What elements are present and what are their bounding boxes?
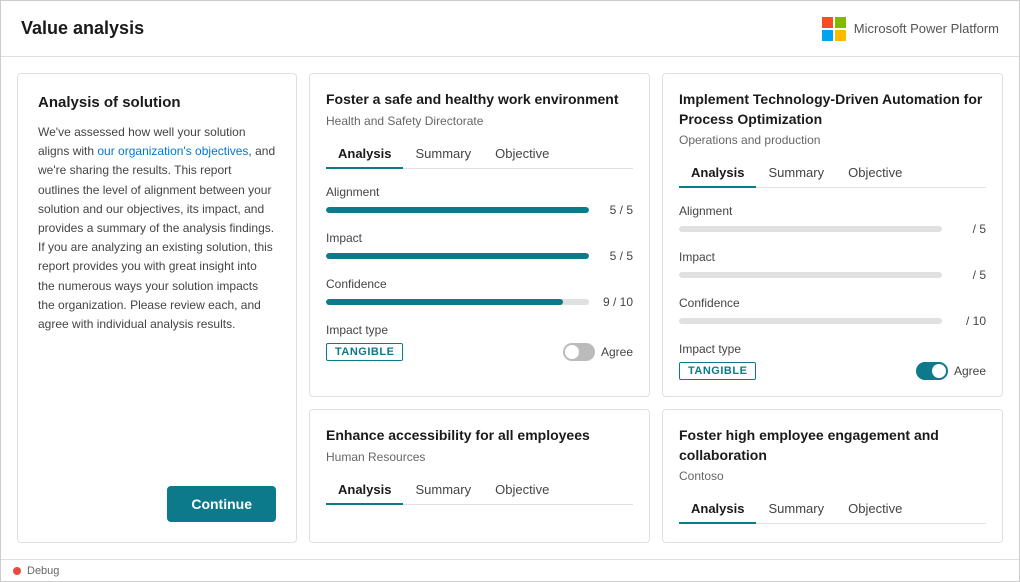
card1-confidence-label: Confidence xyxy=(326,277,633,291)
main-content: Analysis of solution We've assessed how … xyxy=(1,57,1019,559)
card3-subtitle: Human Resources xyxy=(326,450,633,464)
card1-tab-analysis[interactable]: Analysis xyxy=(326,140,403,169)
card1-confidence-bar-row: 9 / 10 xyxy=(326,295,633,309)
card3-title: Enhance accessibility for all employees xyxy=(326,426,633,446)
left-panel-description: We've assessed how well your solution al… xyxy=(38,123,276,334)
card1-impact-track xyxy=(326,253,589,259)
card2-tabs: Analysis Summary Objective xyxy=(679,159,986,188)
card2-tab-analysis[interactable]: Analysis xyxy=(679,159,756,188)
card3-tab-objective[interactable]: Objective xyxy=(483,476,561,505)
card1-impact-value: 5 / 5 xyxy=(597,249,633,263)
card1-impact-bar-row: 5 / 5 xyxy=(326,249,633,263)
right-panels: Foster a safe and healthy work environme… xyxy=(309,73,1003,543)
card1-tab-objective[interactable]: Objective xyxy=(483,140,561,169)
card1-alignment-track xyxy=(326,207,589,213)
logo-blue xyxy=(822,30,833,41)
card2-subtitle: Operations and production xyxy=(679,133,986,147)
card1-impact-fill xyxy=(326,253,589,259)
left-panel-content: Analysis of solution We've assessed how … xyxy=(38,94,276,334)
logo-yellow xyxy=(835,30,846,41)
left-panel-title: Analysis of solution xyxy=(38,94,276,111)
card1-confidence-fill xyxy=(326,299,563,305)
card3-tab-summary[interactable]: Summary xyxy=(403,476,483,505)
debug-indicator xyxy=(13,567,21,575)
card1-confidence-track xyxy=(326,299,589,305)
card1-alignment-bar-row: 5 / 5 xyxy=(326,203,633,217)
card2-confidence-value: / 10 xyxy=(950,314,986,328)
card2-impact-value: / 5 xyxy=(950,268,986,282)
footer: Debug xyxy=(1,559,1019,581)
left-panel: Analysis of solution We've assessed how … xyxy=(17,73,297,543)
card3-tabs: Analysis Summary Objective xyxy=(326,476,633,505)
card2-title: Implement Technology-Driven Automation f… xyxy=(679,90,986,129)
card2-impact-row: TANGIBLE Agree xyxy=(679,362,986,380)
footer-debug-label: Debug xyxy=(27,565,59,577)
card1-alignment-value: 5 / 5 xyxy=(597,203,633,217)
card2-alignment: Alignment / 5 xyxy=(679,204,986,236)
card2-toggle-knob xyxy=(932,364,946,378)
card1-impact-label: Impact xyxy=(326,231,633,245)
card1-impact-row: TANGIBLE Agree xyxy=(326,343,633,361)
card2-agree-row: Agree xyxy=(916,362,986,380)
card1-agree-label: Agree xyxy=(601,345,633,359)
card1-alignment-fill xyxy=(326,207,589,213)
brand-area: Microsoft Power Platform xyxy=(822,17,999,41)
card-implement-tech: Implement Technology-Driven Automation f… xyxy=(662,73,1003,397)
card2-alignment-value: / 5 xyxy=(950,222,986,236)
logo-red xyxy=(822,17,833,28)
card2-alignment-track xyxy=(679,226,942,232)
app-frame: Value analysis Microsoft Power Platform … xyxy=(0,0,1020,582)
card3-tab-analysis[interactable]: Analysis xyxy=(326,476,403,505)
card2-confidence-track xyxy=(679,318,942,324)
card2-confidence-bar-row: / 10 xyxy=(679,314,986,328)
card1-tabs: Analysis Summary Objective xyxy=(326,140,633,169)
card1-toggle-knob xyxy=(565,345,579,359)
card1-confidence-value: 9 / 10 xyxy=(597,295,633,309)
card1-agree-toggle[interactable] xyxy=(563,343,595,361)
header: Value analysis Microsoft Power Platform xyxy=(1,1,1019,57)
card1-impact-section: Impact type TANGIBLE Agree xyxy=(326,323,633,361)
card2-impact-bar-row: / 5 xyxy=(679,268,986,282)
card4-tab-analysis[interactable]: Analysis xyxy=(679,495,756,524)
microsoft-logo xyxy=(822,17,846,41)
card2-impact-label: Impact xyxy=(679,250,986,264)
card2-tab-objective[interactable]: Objective xyxy=(836,159,914,188)
card2-agree-toggle[interactable] xyxy=(916,362,948,380)
card2-confidence-label: Confidence xyxy=(679,296,986,310)
page-title: Value analysis xyxy=(21,18,144,39)
card-enhance-accessibility: Enhance accessibility for all employees … xyxy=(309,409,650,543)
card1-impact-type-label: Impact type xyxy=(326,323,633,337)
card1-title: Foster a safe and healthy work environme… xyxy=(326,90,633,110)
card4-tabs: Analysis Summary Objective xyxy=(679,495,986,524)
card1-impact: Impact 5 / 5 xyxy=(326,231,633,263)
card2-impact: Impact / 5 xyxy=(679,250,986,282)
card1-alignment-label: Alignment xyxy=(326,185,633,199)
card-foster-safe: Foster a safe and healthy work environme… xyxy=(309,73,650,397)
card2-impact-type-label: Impact type xyxy=(679,342,986,356)
brand-text: Microsoft Power Platform xyxy=(854,21,999,36)
card2-alignment-label: Alignment xyxy=(679,204,986,218)
card4-tab-summary[interactable]: Summary xyxy=(756,495,836,524)
card1-tab-summary[interactable]: Summary xyxy=(403,140,483,169)
continue-button[interactable]: Continue xyxy=(167,486,276,522)
card2-confidence: Confidence / 10 xyxy=(679,296,986,328)
card1-agree-row: Agree xyxy=(563,343,633,361)
card1-tangible-badge: TANGIBLE xyxy=(326,343,403,361)
card1-confidence: Confidence 9 / 10 xyxy=(326,277,633,309)
card2-impact-section: Impact type TANGIBLE Agree xyxy=(679,342,986,380)
card4-subtitle: Contoso xyxy=(679,469,986,483)
logo-green xyxy=(835,17,846,28)
card4-tab-objective[interactable]: Objective xyxy=(836,495,914,524)
card2-alignment-bar-row: / 5 xyxy=(679,222,986,236)
card2-impact-track xyxy=(679,272,942,278)
card2-agree-label: Agree xyxy=(954,364,986,378)
card2-tab-summary[interactable]: Summary xyxy=(756,159,836,188)
card4-title: Foster high employee engagement and coll… xyxy=(679,426,986,465)
card-foster-engagement: Foster high employee engagement and coll… xyxy=(662,409,1003,543)
card2-tangible-badge: TANGIBLE xyxy=(679,362,756,380)
card1-alignment: Alignment 5 / 5 xyxy=(326,185,633,217)
card1-subtitle: Health and Safety Directorate xyxy=(326,114,633,128)
